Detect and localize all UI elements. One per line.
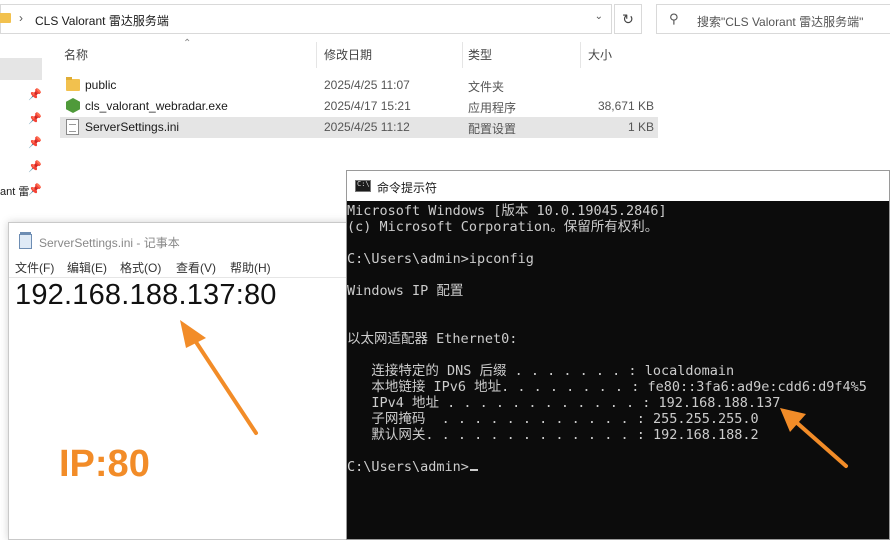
- console-line: Windows IP 配置: [347, 283, 464, 299]
- column-divider[interactable]: [580, 42, 581, 68]
- nav-item-selected[interactable]: [0, 58, 42, 80]
- console-line: Microsoft Windows [版本 10.0.19045.2846]: [347, 203, 667, 219]
- notepad-title: ServerSettings.ini - 记事本: [39, 236, 180, 250]
- pin-icon[interactable]: 📌: [28, 183, 42, 196]
- console-line: 以太网适配器 Ethernet0:: [347, 331, 518, 347]
- file-modified: 2025/4/25 11:07: [324, 78, 410, 92]
- file-size: 38,671 KB: [597, 99, 654, 113]
- address-path[interactable]: CLS Valorant 雷达服务端: [35, 12, 169, 29]
- file-size: 1 KB: [627, 120, 654, 134]
- file-type: 配置设置: [468, 122, 517, 136]
- menu-divider: [9, 277, 349, 278]
- file-type: 文件夹: [468, 80, 505, 94]
- file-row[interactable]: cls_valorant_webradar.exe 2025/4/17 15:2…: [60, 96, 658, 117]
- exe-icon: [66, 98, 80, 113]
- command-prompt-window: 命令提示符 Microsoft Windows [版本 10.0.19045.2…: [346, 170, 890, 540]
- notepad-icon: [19, 232, 32, 249]
- console-line: 连接特定的 DNS 后缀 . . . . . . . : localdomain: [347, 363, 735, 379]
- cmd-title-bar[interactable]: 命令提示符: [347, 171, 889, 201]
- chevron-down-icon[interactable]: ⌄: [595, 11, 603, 22]
- search-input[interactable]: ⚲ 搜索"CLS Valorant 雷达服务端": [656, 4, 890, 34]
- ini-file-icon: [66, 119, 79, 135]
- chevron-right-icon[interactable]: ›: [19, 11, 23, 25]
- console-line: 子网掩码 . . . . . . . . . . . . : 255.255.2…: [347, 411, 759, 427]
- column-header-size[interactable]: 大小: [588, 46, 612, 63]
- file-row[interactable]: public 2025/4/25 11:07 文件夹: [60, 75, 658, 96]
- annotation-label: IP:80: [59, 443, 150, 485]
- console-line: 本地链接 IPv6 地址. . . . . . . . : fe80::3fa6…: [347, 379, 867, 395]
- console-line: C:\Users\admin>ipconfig: [347, 251, 534, 267]
- cmd-icon: [355, 180, 371, 192]
- address-bar[interactable]: › CLS Valorant 雷达服务端 ⌄: [0, 4, 612, 34]
- menu-edit[interactable]: 编辑(E): [67, 259, 107, 276]
- file-name: ServerSettings.ini: [85, 120, 180, 134]
- column-divider[interactable]: [316, 42, 317, 68]
- console-prompt: C:\Users\admin>: [347, 459, 469, 475]
- folder-icon: [66, 77, 80, 91]
- console-line: (c) Microsoft Corporation。保留所有权利。: [347, 219, 659, 235]
- cmd-console-output[interactable]: Microsoft Windows [版本 10.0.19045.2846] (…: [347, 203, 890, 539]
- file-row-selected[interactable]: ServerSettings.ini 2025/4/25 11:12 配置设置 …: [60, 117, 658, 138]
- pin-icon[interactable]: 📌: [28, 88, 42, 101]
- file-name: public: [85, 78, 117, 92]
- refresh-button[interactable]: ↻: [614, 4, 642, 34]
- file-modified: 2025/4/25 11:12: [324, 120, 410, 134]
- column-header-type[interactable]: 类型: [468, 46, 492, 63]
- menu-format[interactable]: 格式(O): [120, 259, 161, 276]
- folder-icon: [0, 13, 11, 23]
- console-line: 默认网关. . . . . . . . . . . . . : 192.168.…: [347, 427, 759, 443]
- console-prompt-line[interactable]: C:\Users\admin>: [347, 459, 478, 475]
- file-name: cls_valorant_webradar.exe: [85, 99, 228, 113]
- menu-file[interactable]: 文件(F): [15, 259, 54, 276]
- file-modified: 2025/4/17 15:21: [324, 99, 411, 113]
- pin-icon[interactable]: 📌: [28, 112, 42, 125]
- search-placeholder: 搜索"CLS Valorant 雷达服务端": [697, 15, 864, 29]
- pin-icon[interactable]: 📌: [28, 160, 42, 173]
- column-header-name[interactable]: 名称: [64, 46, 88, 63]
- notepad-title-bar[interactable]: ServerSettings.ini - 记事本: [9, 223, 349, 257]
- notepad-window: ServerSettings.ini - 记事本 文件(F) 编辑(E) 格式(…: [8, 222, 350, 540]
- column-divider[interactable]: [462, 42, 463, 68]
- column-header-modified[interactable]: 修改日期: [324, 46, 372, 63]
- sort-ascending-icon: ⌃: [183, 38, 192, 49]
- cmd-title: 命令提示符: [377, 181, 438, 195]
- refresh-icon: ↻: [622, 11, 634, 27]
- pin-icon[interactable]: 📌: [28, 136, 42, 149]
- text-cursor: [469, 469, 478, 471]
- menu-view[interactable]: 查看(V): [176, 259, 216, 276]
- file-type: 应用程序: [468, 101, 517, 115]
- nav-item-label[interactable]: ant 雷: [0, 183, 29, 199]
- console-line: IPv4 地址 . . . . . . . . . . . . : 192.16…: [347, 395, 781, 411]
- search-icon: ⚲: [669, 11, 679, 26]
- menu-help[interactable]: 帮助(H): [230, 259, 271, 276]
- notepad-menu-bar: 文件(F) 编辑(E) 格式(O) 查看(V) 帮助(H): [9, 257, 349, 277]
- notepad-text-content[interactable]: 192.168.188.137:80: [15, 279, 277, 312]
